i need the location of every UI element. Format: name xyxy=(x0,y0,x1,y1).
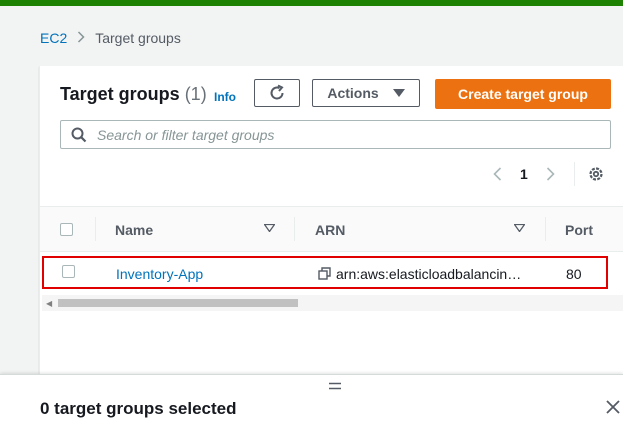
info-link[interactable]: Info xyxy=(214,90,236,104)
close-icon[interactable] xyxy=(606,400,620,414)
gear-icon xyxy=(589,167,603,181)
top-status-bar xyxy=(0,0,623,6)
next-page-button[interactable] xyxy=(542,167,560,181)
target-groups-panel: Target groups (1) Info Actions Create ta… xyxy=(39,66,623,386)
column-header-port[interactable]: Port xyxy=(565,222,593,238)
column-header-arn[interactable]: ARN xyxy=(315,222,345,238)
breadcrumb-ec2-link[interactable]: EC2 xyxy=(40,30,67,46)
search-input[interactable] xyxy=(95,125,579,144)
breadcrumb-current: Target groups xyxy=(95,30,181,46)
arn-cell: arn:aws:elasticloadbalancin… xyxy=(318,266,521,282)
drag-handle-icon[interactable] xyxy=(328,382,342,390)
sort-caret-icon[interactable] xyxy=(264,224,275,232)
column-divider xyxy=(294,217,295,241)
row-checkbox[interactable] xyxy=(62,265,75,278)
actions-dropdown-button[interactable]: Actions xyxy=(312,79,420,107)
chevron-left-icon xyxy=(492,167,501,181)
scrollbar-thumb[interactable] xyxy=(58,299,298,307)
copy-icon[interactable] xyxy=(318,267,332,281)
horizontal-scrollbar[interactable]: ◀ xyxy=(42,295,623,311)
pager-divider xyxy=(573,162,575,186)
split-panel: 0 target groups selected xyxy=(0,374,623,441)
arn-text: arn:aws:elasticloadbalancin… xyxy=(336,266,522,282)
actions-label: Actions xyxy=(327,85,379,101)
table-header: Name ARN Port xyxy=(40,206,623,252)
column-divider xyxy=(545,217,546,241)
caret-down-icon xyxy=(392,89,405,97)
column-header-name[interactable]: Name xyxy=(115,222,153,238)
selection-status: 0 target groups selected xyxy=(40,399,237,418)
breadcrumb: EC2 Target groups xyxy=(40,30,181,46)
chevron-right-icon xyxy=(547,167,555,181)
column-divider xyxy=(95,217,96,241)
sort-caret-icon[interactable] xyxy=(514,224,525,232)
search-box xyxy=(60,120,611,149)
title-text: Target groups xyxy=(60,84,180,104)
target-group-name-link[interactable]: Inventory-App xyxy=(116,266,203,282)
chevron-right-icon xyxy=(77,30,85,46)
table-row[interactable]: Inventory-App arn:aws:elasticloadbalanci… xyxy=(42,256,608,289)
create-target-group-button[interactable]: Create target group xyxy=(435,79,611,109)
refresh-icon xyxy=(270,84,284,100)
page-number[interactable]: 1 xyxy=(520,166,528,182)
scroll-left-icon[interactable]: ◀ xyxy=(46,299,52,308)
page-title: Target groups (1) xyxy=(60,84,207,105)
port-cell: 80 xyxy=(566,266,582,282)
preferences-button[interactable] xyxy=(587,165,605,183)
search-icon xyxy=(71,127,87,142)
title-count: (1) xyxy=(184,84,207,104)
previous-page-button[interactable] xyxy=(488,167,506,181)
refresh-button[interactable] xyxy=(254,79,300,107)
select-all-checkbox[interactable] xyxy=(60,223,73,236)
pagination: 1 xyxy=(488,162,605,186)
